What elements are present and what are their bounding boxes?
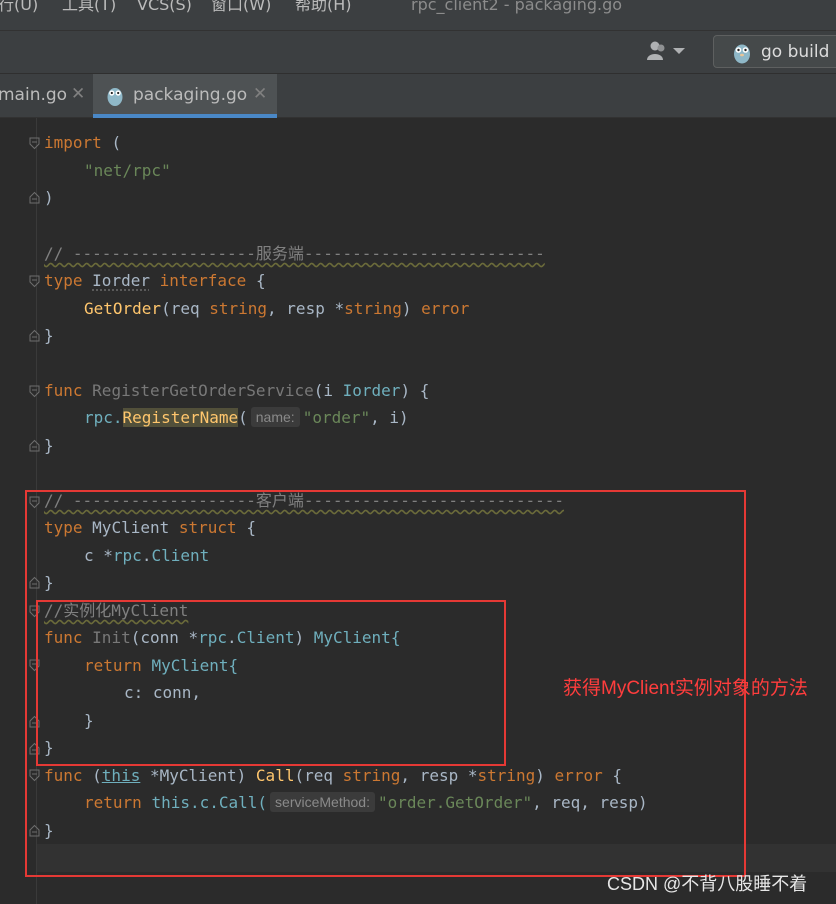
menu-item-help[interactable]: 帮助(H): [295, 0, 352, 13]
fold-icon[interactable]: [29, 385, 40, 398]
menu-item-tools[interactable]: 工具(T): [62, 0, 116, 13]
close-icon[interactable]: ✕: [253, 84, 267, 104]
tab-packaging-go[interactable]: packaging.go ✕: [93, 74, 277, 118]
chevron-down-icon: [673, 48, 685, 54]
menu-bar: 行(U) 工具(T) VCS(S) 窗口(W) 帮助(H) rpc_client…: [0, 0, 836, 30]
close-icon[interactable]: ✕: [71, 84, 85, 104]
gopher-icon: [732, 42, 752, 64]
watermark: CSDN @不背八股睡不着: [607, 870, 807, 896]
code-line: func RegisterGetOrderService(i Iorder) {: [44, 380, 429, 402]
code-line: ): [44, 187, 54, 209]
code-line: GetOrder(req string, resp *string) error: [84, 298, 469, 320]
code-line: }: [44, 435, 54, 457]
tab-label: main.go: [0, 85, 67, 105]
code-line: type Iorder interface {: [44, 270, 266, 292]
menu-item-window[interactable]: 窗口(W): [211, 0, 271, 13]
run-configuration-selector[interactable]: go build r: [713, 35, 836, 68]
annotation-label: 获得MyClient实例对象的方法: [563, 675, 823, 703]
menu-item-vcs[interactable]: VCS(S): [137, 0, 192, 13]
user-icon: [645, 40, 687, 62]
fold-end-icon[interactable]: [29, 439, 40, 452]
menu-item-run[interactable]: 行(U): [0, 0, 38, 13]
toolbar: go build r: [0, 30, 836, 73]
param-hint: name:: [251, 407, 300, 427]
gopher-file-icon: [106, 85, 124, 107]
fold-icon[interactable]: [29, 275, 40, 288]
code-line: import (: [44, 132, 121, 154]
init-function-highlight-box: [36, 600, 506, 766]
run-configuration-label: go build r: [761, 42, 836, 62]
tab-main-go[interactable]: main.go ✕: [0, 74, 92, 118]
fold-end-icon[interactable]: [29, 329, 40, 342]
code-line: "net/rpc": [84, 160, 171, 182]
editor-tab-bar: main.go ✕ packaging.go ✕: [0, 73, 836, 118]
fold-icon[interactable]: [29, 137, 40, 150]
tab-label: packaging.go: [133, 85, 247, 105]
fold-end-icon[interactable]: [29, 191, 40, 204]
code-line: }: [44, 325, 54, 347]
code-line: rpc.RegisterName(name: "order", i): [84, 407, 409, 429]
user-menu-button[interactable]: [645, 40, 687, 62]
code-comment: // -------------------服务端---------------…: [44, 243, 545, 265]
window-title: rpc_client2 - packaging.go: [411, 0, 622, 13]
